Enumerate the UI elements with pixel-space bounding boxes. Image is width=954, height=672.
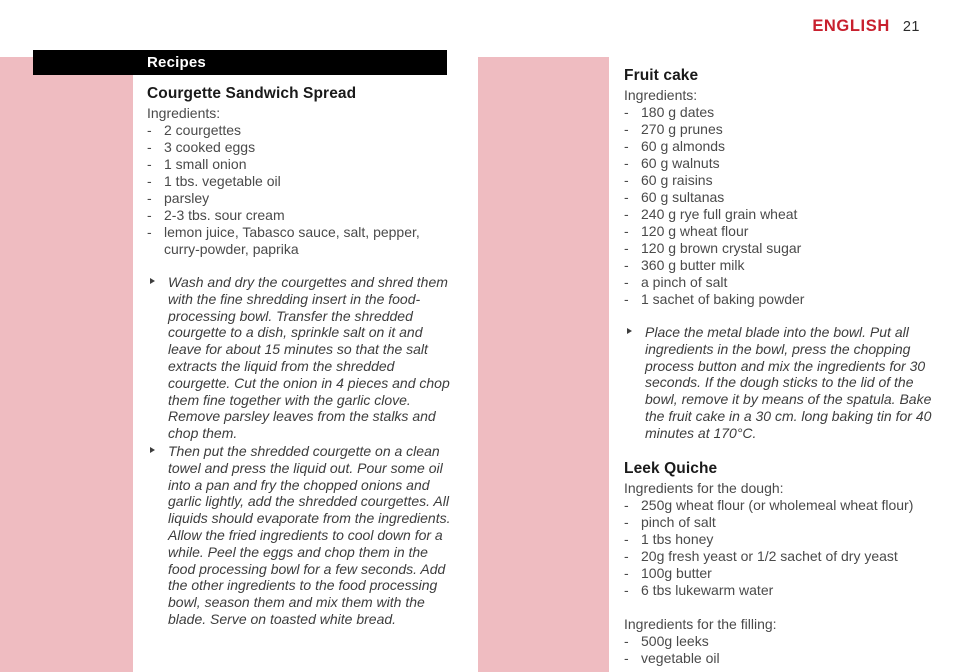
step-text: Place the metal blade into the bowl. Put… <box>645 324 932 441</box>
list-item: 1 sachet of baking powder <box>624 291 936 308</box>
recipe-courgette-sandwich-spread: Courgette Sandwich Spread Ingredients: 2… <box>147 85 459 628</box>
list-item: parsley <box>147 190 459 207</box>
list-item: 2-3 tbs. sour cream <box>147 207 459 224</box>
step-text: Wash and dry the courgettes and shred th… <box>168 274 450 442</box>
step-item: Then put the shredded courgette on a cle… <box>147 443 459 628</box>
list-item: 1 small onion <box>147 156 459 173</box>
pink-decorative-block-center <box>478 57 609 672</box>
page-number: 21 <box>902 19 920 35</box>
recipe-title: Fruit cake <box>624 67 699 84</box>
ingredients-heading: Ingredients: <box>147 105 221 121</box>
triangle-bullet-icon <box>627 328 632 334</box>
step-item: Place the metal blade into the bowl. Put… <box>624 324 936 442</box>
triangle-bullet-icon <box>150 278 155 284</box>
ingredients-list: 2 courgettes 3 cooked eggs 1 small onion… <box>147 122 459 258</box>
list-item: 1 tbs honey <box>624 531 936 548</box>
page-header: ENGLISH 21 <box>812 17 920 36</box>
list-item: 100g butter <box>624 565 936 582</box>
dough-ingredients-heading: Ingredients for the dough: <box>624 479 784 496</box>
list-item: 3 cooked eggs <box>147 139 459 156</box>
ingredients-heading: Ingredients: <box>624 87 698 103</box>
list-item: 60 g sultanas <box>624 189 936 206</box>
recipe-leek-quiche: Leek Quiche Ingredients for the dough: 2… <box>624 460 936 667</box>
language-label: ENGLISH <box>812 17 890 35</box>
list-item: 360 g butter milk <box>624 257 936 274</box>
list-item: 1 tbs. vegetable oil <box>147 173 459 190</box>
list-item: 6 tbs lukewarm water <box>624 582 936 599</box>
list-item: 20g fresh yeast or 1/2 sachet of dry yea… <box>624 548 936 565</box>
recipe-title: Courgette Sandwich Spread <box>147 85 357 102</box>
list-item: 270 g prunes <box>624 121 936 138</box>
triangle-bullet-icon <box>150 446 155 453</box>
pink-decorative-block-left <box>0 57 133 672</box>
list-item: 240 g rye full grain wheat <box>624 206 936 223</box>
dough-ingredients-list: 250g wheat flour (or wholemeal wheat flo… <box>624 497 936 599</box>
list-item: 60 g walnuts <box>624 155 936 172</box>
list-item: 500g leeks <box>624 633 936 650</box>
preparation-steps: Wash and dry the courgettes and shred th… <box>147 274 459 628</box>
filling-ingredients-list: 500g leeks vegetable oil <box>624 633 936 667</box>
recipe-fruit-cake: Fruit cake Ingredients: 180 g dates 270 … <box>624 67 936 442</box>
ingredients-list: 180 g dates 270 g prunes 60 g almonds 60… <box>624 104 936 308</box>
list-item: vegetable oil <box>624 650 936 667</box>
left-content-column: Courgette Sandwich Spread Ingredients: 2… <box>147 85 459 629</box>
filling-ingredients-heading: Ingredients for the filling: <box>624 615 777 632</box>
list-item: 60 g almonds <box>624 138 936 155</box>
right-content-column: Fruit cake Ingredients: 180 g dates 270 … <box>624 67 936 667</box>
section-bar: Recipes <box>33 50 447 75</box>
list-item: 120 g brown crystal sugar <box>624 240 936 257</box>
step-text: Then put the shredded courgette on a cle… <box>168 442 451 627</box>
list-item: 120 g wheat flour <box>624 223 936 240</box>
recipe-title: Leek Quiche <box>624 459 718 477</box>
preparation-steps: Place the metal blade into the bowl. Put… <box>624 324 936 442</box>
list-item: 60 g raisins <box>624 172 936 189</box>
list-item: pinch of salt <box>624 514 936 531</box>
list-item: 180 g dates <box>624 104 936 121</box>
list-item: 250g wheat flour (or wholemeal wheat flo… <box>624 497 936 514</box>
step-item: Wash and dry the courgettes and shred th… <box>147 274 459 442</box>
list-item: 2 courgettes <box>147 122 459 139</box>
list-item: a pinch of salt <box>624 274 936 291</box>
section-bar-label: Recipes <box>147 54 206 71</box>
list-item: lemon juice, Tabasco sauce, salt, pepper… <box>147 224 459 258</box>
